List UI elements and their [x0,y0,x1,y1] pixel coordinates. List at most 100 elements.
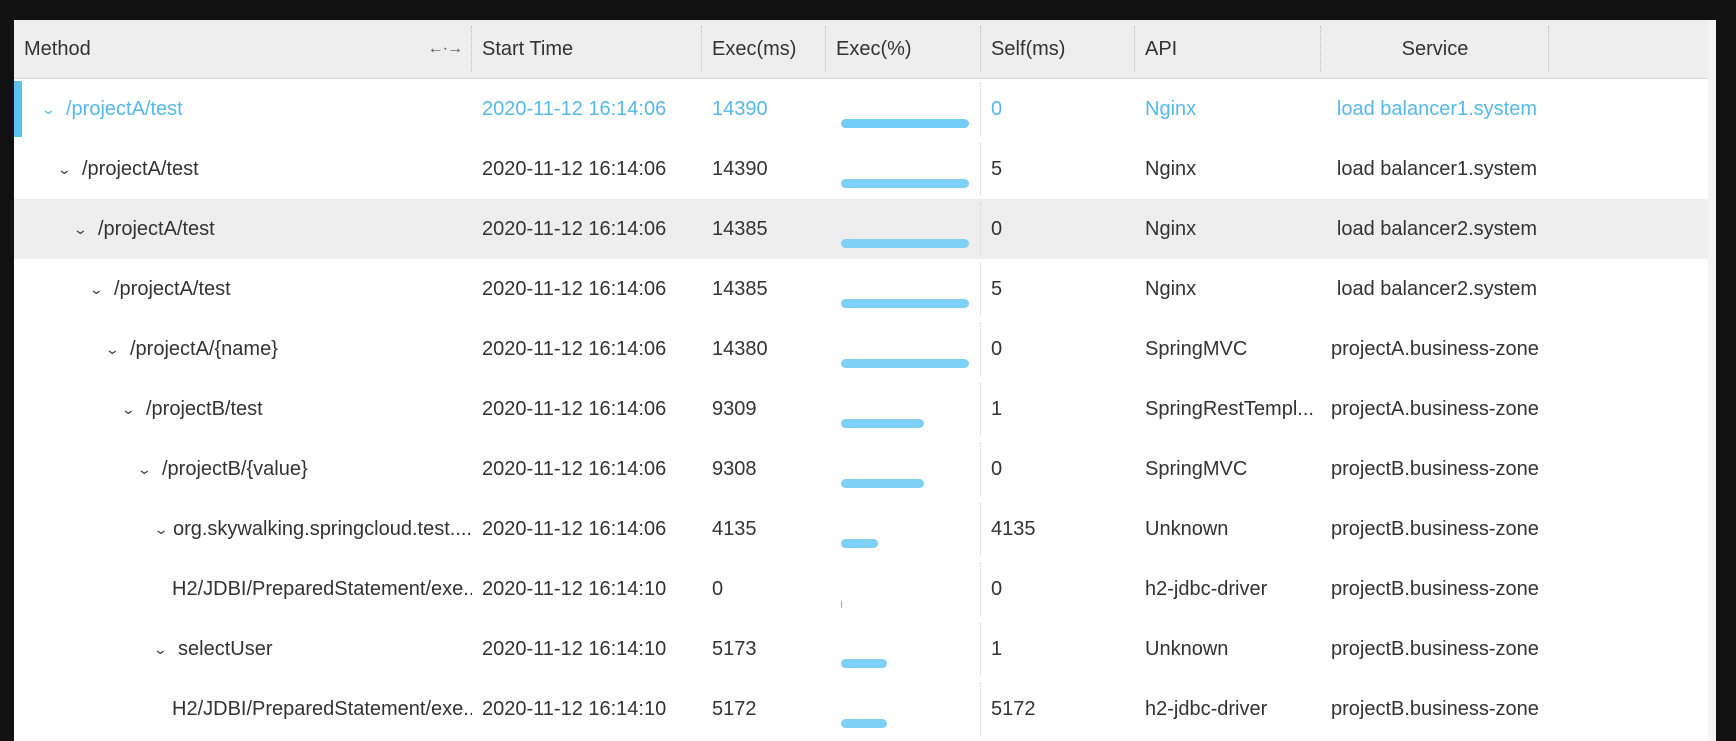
api-cell: Unknown [1145,638,1229,660]
start-time-cell: 2020-11-12 16:14:06 [482,398,667,420]
service-cell: projectB.business-zone [1331,518,1539,540]
start-time-cell: 2020-11-12 16:14:06 [482,518,667,540]
chevron-down-icon[interactable]: ⌄ [153,619,182,679]
method-tree-node: ⌄/projectA/test [24,139,472,199]
table-row[interactable]: ⌄ org.skywalking.springcloud.test.... 2020… [14,499,1716,559]
service-cell: projectB.business-zone [1331,458,1539,480]
method-tree-node: ⌄/projectB/test [24,379,472,439]
exec-percent-bar-track [841,479,969,488]
column-resize-icon[interactable]: ←·→ [428,20,463,78]
exec-percent-bar-track [841,659,969,668]
method-cell[interactable]: ⌄/projectA/{name} [14,319,472,379]
start-time-cell: 2020-11-12 16:14:06 [482,98,667,120]
table-row[interactable]: H2/JDBI/PreparedStatement/exe... 2020-11-… [14,559,1716,619]
method-cell[interactable]: H2/JDBI/PreparedStatement/exe... [14,559,472,619]
table-row[interactable]: ⌄/projectA/test 2020-11-12 16:14:06 14390 5… [14,139,1716,199]
method-cell[interactable]: ⌄ selectUser [14,619,472,679]
chevron-down-icon[interactable]: ⌄ [41,79,70,139]
column-header-exec-ms[interactable]: Exec(ms) [702,20,826,78]
exec-ms-cell: 5172 [712,698,757,720]
column-header-start-time[interactable]: Start Time [472,20,702,78]
table-row[interactable]: ⌄/projectA/test 2020-11-12 16:14:06 14385 0… [14,199,1716,259]
chevron-down-icon[interactable]: ⌄ [153,499,175,559]
exec-percent-bar-track [841,539,969,548]
exec-percent-bar [841,239,969,248]
exec-percent-bar [841,299,969,308]
exec-percent-cell [826,379,981,439]
method-cell[interactable]: ⌄/projectA/test [14,79,472,139]
chevron-down-icon[interactable]: ⌄ [57,139,86,199]
column-header-exec-pct[interactable]: Exec(%) [826,20,981,78]
service-cell: load balancer2.system [1336,218,1537,240]
exec-ms-cell: 14390 [712,98,768,120]
table-row[interactable]: ⌄/projectA/test 2020-11-12 16:14:06 14390 0… [14,79,1716,139]
chevron-down-icon[interactable]: ⌄ [137,439,166,499]
api-cell: SpringRestTempl... [1145,398,1314,420]
method-tree-node: H2/JDBI/PreparedStatement/exe... [24,559,472,619]
api-cell: Nginx [1145,218,1197,240]
method-label: /projectA/test [82,158,199,180]
exec-ms-cell: 14380 [712,338,768,360]
exec-ms-cell: 4135 [712,518,757,540]
method-tree-node: ⌄/projectA/test [24,259,472,319]
exec-percent-bar-track [841,359,969,368]
table-row[interactable]: ⌄/projectA/{name} 2020-11-12 16:14:06 1438… [14,319,1716,379]
service-cell: projectB.business-zone [1331,698,1539,720]
start-time-cell: 2020-11-12 16:14:10 [482,578,667,600]
chevron-down-icon[interactable]: ⌄ [89,259,118,319]
exec-percent-bar-track [841,299,969,308]
self-ms-cell: 0 [991,218,1003,240]
chevron-down-icon[interactable]: ⌄ [105,319,134,379]
column-header-service[interactable]: Service [1321,20,1549,78]
exec-percent-bar [841,539,878,548]
start-time-cell: 2020-11-12 16:14:06 [482,278,667,300]
service-cell: projectB.business-zone [1331,638,1539,660]
table-body: ⌄/projectA/test 2020-11-12 16:14:06 14390 0… [14,79,1716,739]
exec-percent-bar-track [841,599,969,608]
service-cell: load balancer2.system [1336,278,1537,300]
method-tree-node: ⌄/projectA/{name} [24,319,472,379]
method-label: /projectA/test [114,278,231,300]
vertical-scrollbar[interactable] [1708,20,1716,741]
table-row[interactable]: H2/JDBI/PreparedStatement/exe... 2020-11-… [14,679,1716,739]
api-cell: Unknown [1145,518,1229,540]
start-time-cell: 2020-11-12 16:14:06 [482,158,667,180]
table-row[interactable]: ⌄/projectB/test 2020-11-12 16:14:06 9309 1 S… [14,379,1716,439]
method-cell[interactable]: ⌄/projectA/test [14,259,472,319]
service-cell: load balancer1.system [1336,158,1537,180]
api-cell: Nginx [1145,158,1197,180]
api-cell: Nginx [1145,278,1197,300]
exec-percent-cell [826,319,981,379]
method-cell[interactable]: ⌄/projectB/test [14,379,472,439]
exec-percent-bar-track [841,179,969,188]
method-cell[interactable]: ⌄ org.skywalking.springcloud.test.... [14,499,472,559]
exec-percent-cell [826,559,981,619]
method-cell[interactable]: H2/JDBI/PreparedStatement/exe... [14,679,472,739]
self-ms-cell: 1 [991,638,1003,660]
exec-percent-bar [841,359,969,368]
self-ms-cell: 0 [991,578,1003,600]
method-cell[interactable]: ⌄/projectB/{value} [14,439,472,499]
table-row[interactable]: ⌄/projectA/test 2020-11-12 16:14:06 14385 5… [14,259,1716,319]
chevron-down-icon[interactable]: ⌄ [121,379,150,439]
exec-percent-cell [826,499,981,559]
exec-percent-bar [841,479,924,488]
exec-ms-cell: 14390 [712,158,768,180]
method-cell[interactable]: ⌄/projectA/test [14,199,472,259]
exec-ms-cell: 14385 [712,278,768,300]
exec-percent-bar-track [841,239,969,248]
method-cell[interactable]: ⌄/projectA/test [14,139,472,199]
api-cell: Nginx [1145,98,1197,120]
method-label: org.skywalking.springcloud.test.... [172,518,472,540]
table-row[interactable]: ⌄/projectB/{value} 2020-11-12 16:14:06 930… [14,439,1716,499]
table-header: Method ←·→ Start Time Exec(ms) Exec(%) S… [14,20,1716,79]
method-label: /projectA/{name} [130,338,278,360]
column-header-self-ms[interactable]: Self(ms) [981,20,1135,78]
column-header-method[interactable]: Method ←·→ [14,20,472,78]
self-ms-cell: 1 [991,398,1003,420]
exec-ms-cell: 14385 [712,218,768,240]
chevron-down-icon[interactable]: ⌄ [73,199,102,259]
table-row[interactable]: ⌄ selectUser 2020-11-12 16:14:10 5173 1 Unkno… [14,619,1716,679]
column-header-api[interactable]: API [1135,20,1321,78]
self-ms-cell: 4135 [991,518,1036,540]
